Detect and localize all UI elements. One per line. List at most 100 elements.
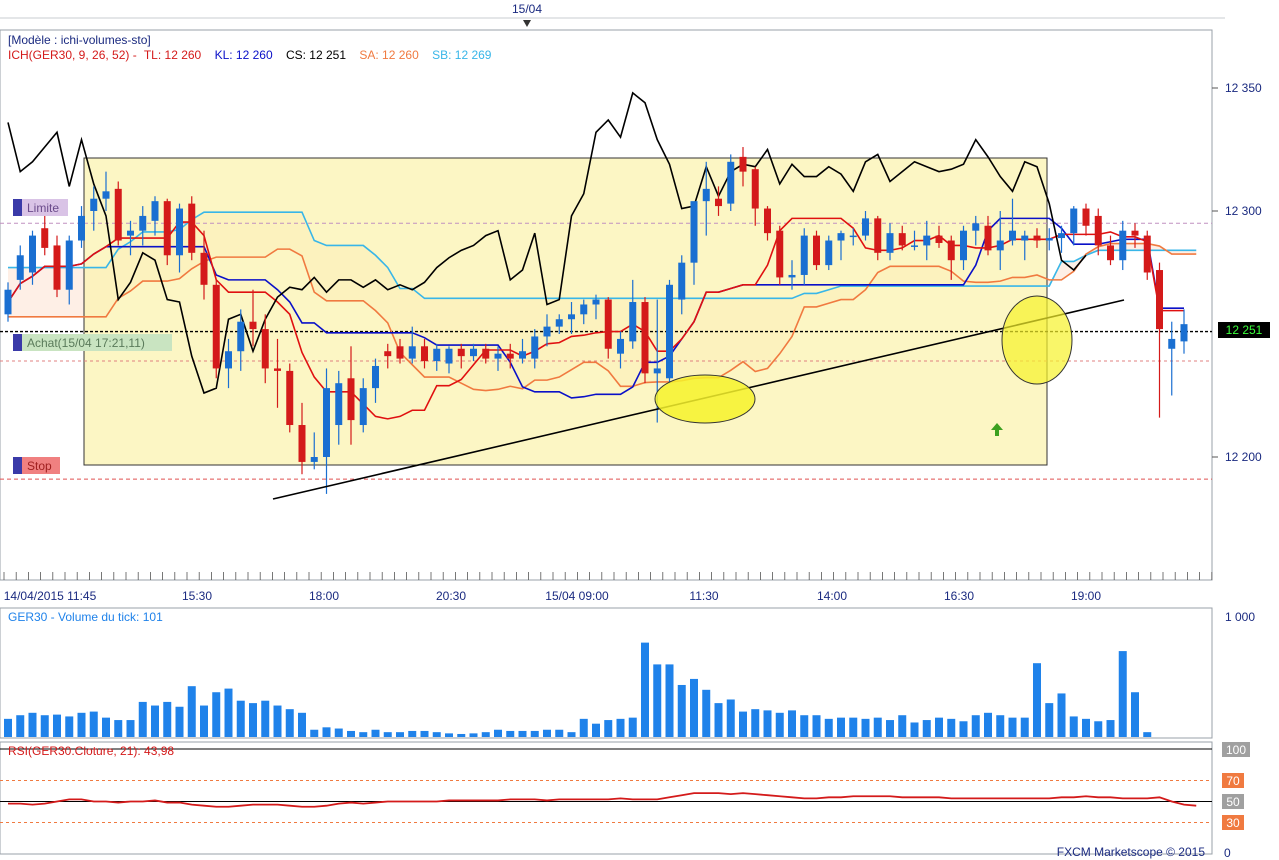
volume-bar [775, 712, 784, 737]
legend-cs: CS: 12 251 [286, 48, 346, 62]
candle-body [1168, 338, 1176, 349]
volume-bar [285, 709, 294, 737]
candle-body [1119, 230, 1127, 261]
candle-body [1082, 208, 1090, 226]
volume-bar [677, 684, 686, 737]
volume-bar [1057, 693, 1066, 737]
candle-body [568, 314, 575, 320]
stop-handle[interactable] [13, 457, 22, 474]
price-tick-label: 12 200 [1225, 450, 1262, 464]
volume-bar [935, 717, 943, 737]
volume-bar [996, 715, 1005, 737]
time-axis-label: 15:30 [182, 589, 212, 603]
rsi-50-label: 50 [1226, 795, 1240, 809]
candle-body [274, 368, 281, 371]
top-date-marker-icon [523, 20, 531, 27]
legend-sa: SA: 12 260 [359, 48, 419, 62]
candle-body [1045, 238, 1053, 241]
rsi-100-label: 100 [1226, 743, 1246, 757]
volume-bar [322, 727, 331, 737]
volume-bar [4, 718, 12, 737]
candle-body [310, 457, 318, 462]
candle-body [127, 230, 134, 236]
volume-bar [518, 730, 527, 737]
candle-body [751, 169, 759, 209]
time-axis-label: 14/04/2015 11:45 [4, 589, 97, 603]
volume-bar [739, 711, 747, 737]
candle-body [1180, 324, 1188, 342]
candle-body [102, 191, 110, 199]
volume-bar [800, 715, 809, 737]
volume-bar [53, 714, 61, 737]
volume-bar [1045, 703, 1054, 737]
volume-bar [175, 706, 184, 737]
candle-body [396, 346, 404, 359]
stop-label: Stop [27, 459, 52, 473]
candle-body [727, 161, 735, 204]
candle-body [29, 235, 36, 273]
volume-bar [445, 733, 453, 737]
candle-body [323, 388, 330, 457]
candle-body [261, 329, 269, 369]
volume-bar [138, 701, 147, 737]
candle-body [1107, 245, 1114, 261]
candle-body [715, 198, 722, 207]
volume-bar [1020, 717, 1029, 737]
candle-body [788, 274, 796, 278]
limit-label: Limite [27, 201, 59, 215]
candle-body [457, 348, 465, 357]
candle-body [1070, 208, 1078, 234]
candle-body [188, 203, 196, 253]
volume-bar [371, 729, 380, 737]
volume-bar [359, 732, 368, 737]
volume-label: GER30 - Volume du tick: 101 [8, 610, 163, 624]
candle-body [764, 208, 771, 234]
volume-bar [861, 718, 870, 737]
candle-body [1021, 235, 1029, 241]
volume-bar [1069, 716, 1078, 737]
volume-bar [65, 716, 74, 737]
volume-bar [714, 703, 723, 737]
candle-body [666, 284, 673, 379]
volume-bar [971, 715, 980, 737]
volume-bar [224, 688, 233, 737]
buy-handle[interactable] [13, 334, 22, 351]
volume-bar [187, 686, 196, 737]
volume-bar [273, 705, 282, 737]
candle-body [421, 346, 428, 362]
candle-body [911, 245, 918, 247]
footer-credit: FXCM Marketscope © 2015 [1057, 845, 1206, 859]
volume-bar [114, 720, 123, 737]
volume-bar [788, 710, 796, 737]
candle-body [629, 302, 637, 342]
volume-bar [1143, 732, 1152, 737]
volume-bar [1008, 717, 1017, 737]
volume-bar [396, 732, 404, 737]
candle-body [800, 235, 808, 275]
volume-tick-label: 1 000 [1225, 610, 1255, 624]
candle-body [543, 326, 551, 337]
volume-bar [212, 692, 221, 737]
volume-bar [543, 729, 551, 737]
range-box [83, 157, 1048, 466]
legend-tl: TL: 12 260 [144, 48, 202, 62]
volume-bar [984, 712, 992, 737]
candle-body [947, 240, 955, 261]
candle-body [78, 215, 85, 241]
volume-bar [420, 730, 429, 737]
candle-body [972, 223, 980, 231]
volume-bar [236, 700, 245, 737]
candle-body [837, 233, 845, 241]
limit-handle[interactable] [13, 199, 22, 216]
candle-body [617, 338, 624, 354]
candle-body [739, 156, 747, 172]
candle-body [139, 215, 147, 231]
candle-body [151, 201, 159, 221]
candle-body [604, 299, 612, 349]
volume-bar [665, 664, 674, 737]
volume-bar [726, 699, 735, 737]
volume-bar [592, 723, 600, 737]
time-axis-label: 19:00 [1071, 589, 1101, 603]
volume-bar [555, 729, 564, 737]
volume-bar [40, 715, 49, 737]
